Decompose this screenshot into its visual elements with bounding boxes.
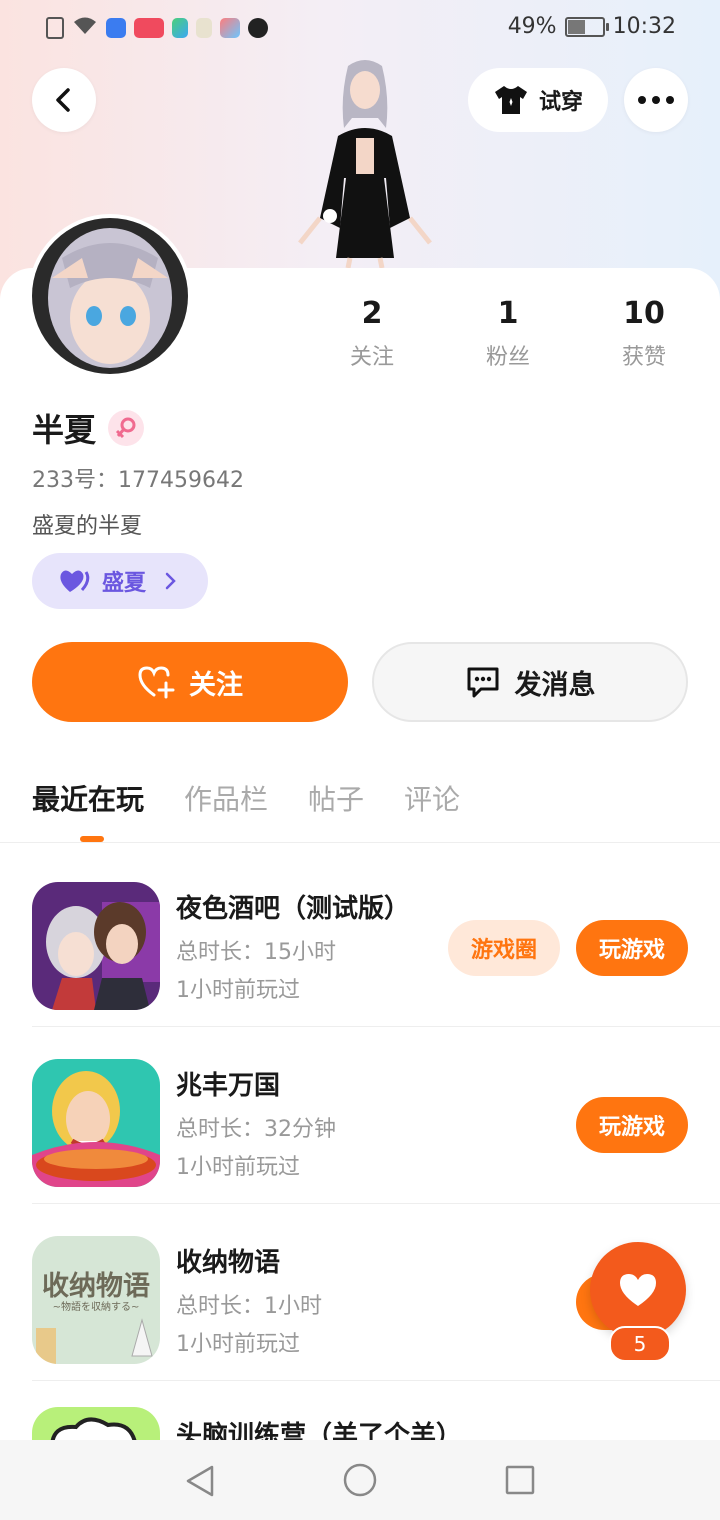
game-duration: 总时长：15小时: [176, 940, 336, 965]
battery-icon: [564, 16, 609, 37]
app-notification-icon: [220, 18, 240, 38]
stat-label: 粉丝: [485, 345, 530, 370]
female-gender-icon: [108, 410, 145, 446]
play-game-button[interactable]: 玩游戏: [576, 1097, 688, 1153]
user-id-value: 177459642: [118, 468, 244, 493]
stat-following[interactable]: 2 关注: [312, 296, 432, 371]
profile-tabs: 最近在玩 作品栏 帖子 评论: [32, 778, 460, 818]
stat-number: 2: [361, 296, 383, 331]
game-list-item[interactable]: 兆丰万国 总时长：32分钟 1小时前玩过 玩游戏: [0, 1027, 720, 1204]
stat-followers[interactable]: 1 粉丝: [448, 296, 568, 371]
profile-tag-button[interactable]: 盛夏: [32, 553, 208, 609]
status-bar: 49% 10:32: [0, 0, 720, 56]
app-notification-icon: [172, 18, 188, 38]
chevron-right-icon: [165, 572, 176, 590]
heart-plus-icon: [138, 666, 175, 699]
heart-icon: [620, 1274, 656, 1306]
stat-number: 10: [623, 296, 665, 331]
user-id-label: 233号：: [32, 468, 118, 493]
tab-works[interactable]: 作品栏: [184, 778, 268, 818]
game-icon: [32, 882, 160, 1010]
system-navigation-bar: [0, 1440, 720, 1520]
tab-comments[interactable]: 评论: [404, 778, 460, 818]
chevron-left-icon: [56, 88, 70, 112]
game-last-played: 1小时前玩过: [176, 1332, 300, 1357]
try-on-button[interactable]: 试穿: [468, 68, 608, 132]
chat-bubble-icon: [467, 667, 498, 698]
user-id[interactable]: 233号：177459642: [32, 462, 244, 494]
profile-bio: 盛夏的半夏: [32, 514, 143, 539]
more-dots-icon: [638, 96, 674, 104]
back-button[interactable]: [32, 68, 96, 132]
stat-label: 获赞: [621, 345, 666, 370]
send-message-label: 发消息: [514, 669, 596, 701]
home-circle-icon[interactable]: [342, 1462, 378, 1498]
game-title: 头脑训练营（羊了个羊）: [176, 1421, 463, 1440]
more-options-button[interactable]: [624, 68, 688, 132]
heart-badge-icon: [60, 570, 90, 592]
clock: 10:32: [612, 14, 676, 39]
avatar-3d-figure[interactable]: [290, 58, 440, 269]
game-icon: 收纳物语 ~物語を収納する~: [32, 1236, 160, 1364]
try-on-label: 试穿: [538, 90, 583, 115]
tabs-divider: [0, 842, 720, 843]
profile-name: 半夏: [32, 411, 97, 449]
game-title: 兆丰万国: [176, 1071, 281, 1101]
game-title: 夜色酒吧（测试版）: [176, 894, 411, 924]
game-duration: 总时长：1小时: [176, 1294, 322, 1319]
game-icon-subtitle: ~物語を収納する~: [52, 1302, 140, 1313]
follow-button[interactable]: 关注: [32, 642, 348, 722]
stat-label: 关注: [349, 345, 394, 370]
tab-recently-played[interactable]: 最近在玩: [32, 778, 144, 818]
play-game-button[interactable]: 玩游戏: [576, 920, 688, 976]
game-circle-button[interactable]: 游戏圈: [448, 920, 560, 976]
game-last-played: 1小时前玩过: [176, 1155, 300, 1180]
game-icon: [32, 1407, 160, 1440]
game-last-played: 1小时前玩过: [176, 978, 300, 1003]
profile-tag-label: 盛夏: [102, 571, 147, 596]
game-icon: [32, 1059, 160, 1187]
back-triangle-icon[interactable]: [184, 1464, 216, 1498]
tshirt-icon: [494, 86, 527, 114]
game-list-item[interactable]: 夜色酒吧（测试版） 总时长：15小时 1小时前玩过 游戏圈 玩游戏: [0, 850, 720, 1027]
profile-name-row: 半夏: [32, 405, 145, 451]
send-message-button[interactable]: 发消息: [372, 642, 688, 722]
tab-posts[interactable]: 帖子: [308, 778, 364, 818]
avatar[interactable]: [32, 218, 188, 374]
recents-square-icon[interactable]: [504, 1464, 536, 1496]
battery-percent: 49%: [507, 14, 557, 39]
stat-likes[interactable]: 10 获赞: [584, 296, 704, 371]
tiktok-icon: [248, 18, 268, 38]
floating-like-button[interactable]: [590, 1242, 686, 1338]
stat-number: 1: [497, 296, 519, 331]
wifi-icon: [72, 16, 98, 40]
status-icons: [46, 16, 268, 40]
like-count-badge: 5: [609, 1326, 671, 1362]
game-list-item[interactable]: 头脑训练营（羊了个羊）: [0, 1381, 720, 1440]
app-notification-icon: [196, 18, 212, 38]
sim-alert-icon: [46, 17, 64, 39]
app-notification-icon: [134, 18, 164, 38]
app-notification-icon: [106, 18, 126, 38]
follow-label: 关注: [189, 669, 243, 701]
game-title: 收纳物语: [176, 1248, 281, 1278]
game-duration: 总时长：32分钟: [176, 1117, 336, 1142]
